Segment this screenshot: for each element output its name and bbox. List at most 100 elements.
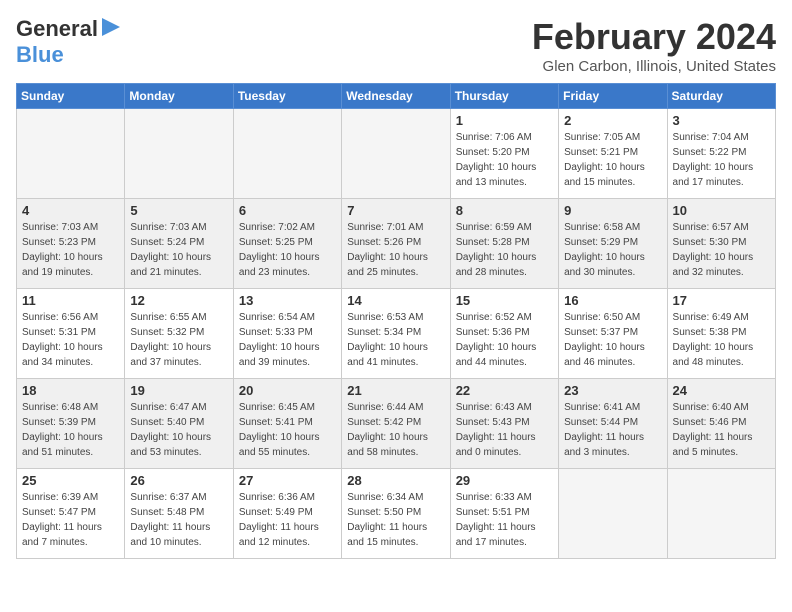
day-number: 16 — [564, 293, 661, 308]
calendar-cell: 4Sunrise: 7:03 AM Sunset: 5:23 PM Daylig… — [17, 199, 125, 289]
page-header: General Blue February 2024 Glen Carbon, … — [16, 16, 776, 75]
calendar-cell — [559, 469, 667, 559]
calendar-cell: 20 Sunrise: 6:45 AM Sunset: 5:41 PM Dayli… — [233, 379, 341, 469]
logo-arrow-icon — [102, 18, 120, 36]
day-number: 23 — [564, 383, 661, 398]
calendar-week-row: 25Sunrise: 6:39 AM Sunset: 5:47 PM Dayli… — [17, 469, 776, 559]
calendar-cell: 14 Sunrise: 6:53 AM Sunset: 5:34 PM Dayli… — [342, 289, 450, 379]
day-number: 11 — [22, 293, 119, 308]
calendar-cell: 11 Sunrise: 6:56 AM Sunset: 5:31 PM Dayli… — [17, 289, 125, 379]
day-info: Sunrise: 6:57 AM Sunset: 5:30 PM Dayligh… — [673, 220, 770, 280]
calendar-cell: 26 Sunrise: 6:37 AM Sunset: 5:48 PM Dayli… — [125, 469, 233, 559]
day-info: Sunrise: 7:05 AM Sunset: 5:21 PM Dayligh… — [564, 130, 661, 190]
weekday-header-monday: Monday — [125, 84, 233, 109]
calendar-cell: 15 Sunrise: 6:52 AM Sunset: 5:36 PM Dayli… — [450, 289, 558, 379]
day-info: Sunrise: 7:03 AM Sunset: 5:23 PM Dayligh… — [22, 220, 119, 280]
calendar-cell: 3 Sunrise: 7:04 AM Sunset: 5:22 PM Daylig… — [667, 109, 775, 199]
day-number: 18 — [22, 383, 119, 398]
day-number: 28 — [347, 473, 444, 488]
day-info: Sunrise: 6:56 AM Sunset: 5:31 PM Dayligh… — [22, 310, 119, 370]
day-number: 15 — [456, 293, 553, 308]
day-info: Sunrise: 6:37 AM Sunset: 5:48 PM Dayligh… — [130, 490, 227, 550]
day-number: 27 — [239, 473, 336, 488]
calendar-cell: 18 Sunrise: 6:48 AM Sunset: 5:39 PM Dayli… — [17, 379, 125, 469]
calendar-cell: 17 Sunrise: 6:49 AM Sunset: 5:38 PM Dayli… — [667, 289, 775, 379]
calendar-cell — [667, 469, 775, 559]
calendar-cell: 16Sunrise: 6:50 AM Sunset: 5:37 PM Dayli… — [559, 289, 667, 379]
day-info: Sunrise: 7:04 AM Sunset: 5:22 PM Dayligh… — [673, 130, 770, 190]
calendar-cell: 7Sunrise: 7:01 AM Sunset: 5:26 PM Daylig… — [342, 199, 450, 289]
calendar-cell: 27 Sunrise: 6:36 AM Sunset: 5:49 PM Dayli… — [233, 469, 341, 559]
weekday-header-sunday: Sunday — [17, 84, 125, 109]
calendar-cell: 19 Sunrise: 6:47 AM Sunset: 5:40 PM Dayli… — [125, 379, 233, 469]
weekday-header-row: SundayMondayTuesdayWednesdayThursdayFrid… — [17, 84, 776, 109]
day-number: 25 — [22, 473, 119, 488]
day-info: Sunrise: 6:52 AM Sunset: 5:36 PM Dayligh… — [456, 310, 553, 370]
day-number: 10 — [673, 203, 770, 218]
day-number: 7 — [347, 203, 444, 218]
calendar-cell: 22 Sunrise: 6:43 AM Sunset: 5:43 PM Dayli… — [450, 379, 558, 469]
day-number: 20 — [239, 383, 336, 398]
calendar-week-row: 18 Sunrise: 6:48 AM Sunset: 5:39 PM Dayli… — [17, 379, 776, 469]
calendar-week-row: 4Sunrise: 7:03 AM Sunset: 5:23 PM Daylig… — [17, 199, 776, 289]
day-info: Sunrise: 6:59 AM Sunset: 5:28 PM Dayligh… — [456, 220, 553, 280]
day-number: 2 — [564, 113, 661, 128]
calendar-week-row: 11 Sunrise: 6:56 AM Sunset: 5:31 PM Dayli… — [17, 289, 776, 379]
day-number: 6 — [239, 203, 336, 218]
calendar-cell: 13 Sunrise: 6:54 AM Sunset: 5:33 PM Dayli… — [233, 289, 341, 379]
calendar-cell: 21 Sunrise: 6:44 AM Sunset: 5:42 PM Dayli… — [342, 379, 450, 469]
calendar-cell — [342, 109, 450, 199]
day-number: 22 — [456, 383, 553, 398]
weekday-header-wednesday: Wednesday — [342, 84, 450, 109]
day-number: 26 — [130, 473, 227, 488]
day-info: Sunrise: 6:48 AM Sunset: 5:39 PM Dayligh… — [22, 400, 119, 460]
calendar-cell: 23 Sunrise: 6:41 AM Sunset: 5:44 PM Dayli… — [559, 379, 667, 469]
weekday-header-saturday: Saturday — [667, 84, 775, 109]
weekday-header-tuesday: Tuesday — [233, 84, 341, 109]
calendar-table: SundayMondayTuesdayWednesdayThursdayFrid… — [16, 83, 776, 559]
logo: General Blue — [16, 16, 120, 68]
day-info: Sunrise: 6:45 AM Sunset: 5:41 PM Dayligh… — [239, 400, 336, 460]
day-info: Sunrise: 6:34 AM Sunset: 5:50 PM Dayligh… — [347, 490, 444, 550]
calendar-cell: 24Sunrise: 6:40 AM Sunset: 5:46 PM Dayli… — [667, 379, 775, 469]
day-number: 12 — [130, 293, 227, 308]
day-info: Sunrise: 6:44 AM Sunset: 5:42 PM Dayligh… — [347, 400, 444, 460]
day-info: Sunrise: 6:53 AM Sunset: 5:34 PM Dayligh… — [347, 310, 444, 370]
day-info: Sunrise: 6:47 AM Sunset: 5:40 PM Dayligh… — [130, 400, 227, 460]
day-info: Sunrise: 6:36 AM Sunset: 5:49 PM Dayligh… — [239, 490, 336, 550]
day-number: 13 — [239, 293, 336, 308]
calendar-cell — [17, 109, 125, 199]
day-info: Sunrise: 6:33 AM Sunset: 5:51 PM Dayligh… — [456, 490, 553, 550]
day-info: Sunrise: 6:55 AM Sunset: 5:32 PM Dayligh… — [130, 310, 227, 370]
calendar-cell: 9Sunrise: 6:58 AM Sunset: 5:29 PM Daylig… — [559, 199, 667, 289]
day-number: 29 — [456, 473, 553, 488]
day-info: Sunrise: 6:49 AM Sunset: 5:38 PM Dayligh… — [673, 310, 770, 370]
day-number: 1 — [456, 113, 553, 128]
day-info: Sunrise: 7:02 AM Sunset: 5:25 PM Dayligh… — [239, 220, 336, 280]
day-number: 14 — [347, 293, 444, 308]
day-number: 17 — [673, 293, 770, 308]
day-number: 3 — [673, 113, 770, 128]
calendar-cell: 12 Sunrise: 6:55 AM Sunset: 5:32 PM Dayli… — [125, 289, 233, 379]
day-info: Sunrise: 6:43 AM Sunset: 5:43 PM Dayligh… — [456, 400, 553, 460]
day-number: 8 — [456, 203, 553, 218]
weekday-header-thursday: Thursday — [450, 84, 558, 109]
logo-general-text: General — [16, 16, 98, 42]
weekday-header-friday: Friday — [559, 84, 667, 109]
calendar-cell: 25Sunrise: 6:39 AM Sunset: 5:47 PM Dayli… — [17, 469, 125, 559]
day-info: Sunrise: 6:41 AM Sunset: 5:44 PM Dayligh… — [564, 400, 661, 460]
calendar-cell: 8 Sunrise: 6:59 AM Sunset: 5:28 PM Daylig… — [450, 199, 558, 289]
day-number: 5 — [130, 203, 227, 218]
month-title: February 2024 — [532, 16, 776, 58]
calendar-cell — [125, 109, 233, 199]
day-number: 19 — [130, 383, 227, 398]
calendar-week-row: 1Sunrise: 7:06 AM Sunset: 5:20 PM Daylig… — [17, 109, 776, 199]
calendar-cell: 1Sunrise: 7:06 AM Sunset: 5:20 PM Daylig… — [450, 109, 558, 199]
day-info: Sunrise: 6:54 AM Sunset: 5:33 PM Dayligh… — [239, 310, 336, 370]
calendar-cell: 29 Sunrise: 6:33 AM Sunset: 5:51 PM Dayli… — [450, 469, 558, 559]
day-number: 9 — [564, 203, 661, 218]
calendar-cell: 6 Sunrise: 7:02 AM Sunset: 5:25 PM Daylig… — [233, 199, 341, 289]
day-number: 21 — [347, 383, 444, 398]
calendar-cell: 10 Sunrise: 6:57 AM Sunset: 5:30 PM Dayli… — [667, 199, 775, 289]
day-info: Sunrise: 7:03 AM Sunset: 5:24 PM Dayligh… — [130, 220, 227, 280]
